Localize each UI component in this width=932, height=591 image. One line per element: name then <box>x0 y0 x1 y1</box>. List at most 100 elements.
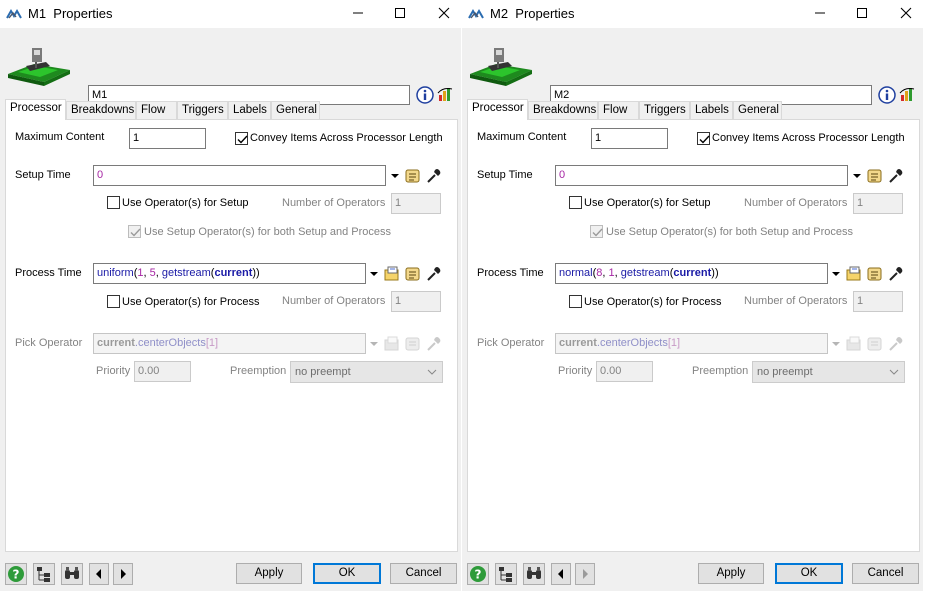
flexsim-logo-icon <box>6 9 22 19</box>
tab-general[interactable]: General <box>271 101 320 119</box>
preemption-value: no preempt <box>295 366 351 378</box>
max-content-field[interactable]: 1 <box>129 128 206 149</box>
object-header <box>0 28 461 105</box>
tab-strip: Processor Breakdowns Flow Triggers Label… <box>467 99 918 120</box>
dialog-footer: ? Apply OK Cancel <box>0 560 461 588</box>
use-operator-setup-checkbox[interactable] <box>107 196 120 209</box>
script-edit-icon[interactable] <box>866 265 884 283</box>
checkmark-icon <box>592 228 603 237</box>
setup-time-value: 0 <box>97 169 104 181</box>
tab-flow[interactable]: Flow <box>598 101 639 119</box>
binoculars-icon <box>65 567 79 579</box>
close-button[interactable] <box>433 3 455 23</box>
tab-breakdowns[interactable]: Breakdowns <box>528 101 598 119</box>
priority-field: 0.00 <box>596 361 653 382</box>
eyedropper-icon[interactable] <box>425 167 443 185</box>
distribution-function: uniform <box>97 267 134 279</box>
pick-operator-prop: .centerObjects <box>596 337 668 349</box>
expr-stream-arg: current <box>214 267 253 279</box>
convey-items-checkbox[interactable] <box>697 132 710 145</box>
help-button[interactable]: ? <box>5 563 27 585</box>
next-arrow-icon <box>121 569 126 579</box>
pick-operator-label: Pick Operator <box>15 337 83 349</box>
process-time-field[interactable]: uniform(1, 5, getstream(current)) <box>93 263 366 284</box>
cancel-button[interactable]: Cancel <box>852 563 919 584</box>
setup-time-label: Setup Time <box>15 169 71 181</box>
previous-button[interactable] <box>551 563 571 585</box>
eyedropper-icon[interactable] <box>887 265 905 283</box>
apply-button[interactable]: Apply <box>236 563 302 584</box>
setup-time-field[interactable]: 0 <box>555 165 848 186</box>
convey-items-label: Convey Items Across Processor Length <box>250 132 443 144</box>
close-button[interactable] <box>895 3 917 23</box>
script-edit-icon[interactable] <box>404 167 422 185</box>
pick-operator-prop: .centerObjects <box>134 337 206 349</box>
use-operator-process-checkbox[interactable] <box>569 295 582 308</box>
maximize-button[interactable] <box>389 3 411 23</box>
next-button[interactable] <box>575 563 595 585</box>
tab-triggers[interactable]: Triggers <box>639 101 690 119</box>
close-icon <box>900 7 912 19</box>
tab-labels[interactable]: Labels <box>690 101 733 119</box>
minimize-button[interactable] <box>809 3 831 23</box>
expr-stream-fn: getstream <box>620 267 670 279</box>
help-button[interactable]: ? <box>467 563 489 585</box>
process-time-field[interactable]: normal(8, 1, getstream(current)) <box>555 263 828 284</box>
cancel-button[interactable]: Cancel <box>390 563 457 584</box>
find-button[interactable] <box>61 563 83 585</box>
dialog-footer: ? Apply OK Cancel <box>462 560 923 588</box>
title-bar[interactable]: M2 Properties <box>462 0 923 28</box>
code-template-icon[interactable] <box>845 265 863 283</box>
preemption-value: no preempt <box>757 366 813 378</box>
script-edit-icon[interactable] <box>404 265 422 283</box>
use-operator-setup-label: Use Operator(s) for Setup <box>584 197 711 209</box>
num-operators-setup-field: 1 <box>853 193 903 214</box>
checkmark-icon <box>130 228 141 237</box>
pick-operator-label: Pick Operator <box>477 337 545 349</box>
help-icon: ? <box>470 566 486 582</box>
pick-operator-obj: current <box>559 337 597 349</box>
script-edit-icon[interactable] <box>866 167 884 185</box>
apply-button[interactable]: Apply <box>698 563 764 584</box>
setup-time-label: Setup Time <box>477 169 533 181</box>
find-button[interactable] <box>523 563 545 585</box>
distribution-function: normal <box>559 267 593 279</box>
tree-view-button[interactable] <box>495 563 517 585</box>
max-content-label: Maximum Content <box>15 131 105 143</box>
tab-flow[interactable]: Flow <box>136 101 177 119</box>
max-content-field[interactable]: 1 <box>591 128 668 149</box>
dropdown-arrow-icon[interactable] <box>852 172 862 180</box>
maximize-button[interactable] <box>851 3 873 23</box>
tree-view-button[interactable] <box>33 563 55 585</box>
use-setup-both-checkbox <box>128 225 141 238</box>
dropdown-arrow-icon[interactable] <box>831 270 841 278</box>
svg-text:?: ? <box>475 568 482 582</box>
code-template-icon[interactable] <box>383 265 401 283</box>
eyedropper-icon[interactable] <box>425 265 443 283</box>
process-time-label: Process Time <box>15 267 82 279</box>
priority-label: Priority <box>96 365 131 377</box>
previous-button[interactable] <box>89 563 109 585</box>
eyedropper-icon[interactable] <box>887 167 905 185</box>
dropdown-arrow-icon[interactable] <box>390 172 400 180</box>
previous-arrow-icon <box>96 569 101 579</box>
minimize-button[interactable] <box>347 3 369 23</box>
setup-time-field[interactable]: 0 <box>93 165 386 186</box>
ok-button[interactable]: OK <box>313 563 381 584</box>
binoculars-icon <box>527 567 541 579</box>
use-operator-process-checkbox[interactable] <box>107 295 120 308</box>
tab-breakdowns[interactable]: Breakdowns <box>66 101 136 119</box>
ok-button[interactable]: OK <box>775 563 843 584</box>
next-button[interactable] <box>113 563 133 585</box>
dropdown-arrow-icon[interactable] <box>369 270 379 278</box>
tab-processor[interactable]: Processor <box>467 99 528 120</box>
tab-triggers[interactable]: Triggers <box>177 101 228 119</box>
tab-processor[interactable]: Processor <box>5 99 66 120</box>
tab-labels[interactable]: Labels <box>228 101 271 119</box>
preemption-label: Preemption <box>230 365 287 377</box>
pick-operator-obj: current <box>97 337 135 349</box>
convey-items-checkbox[interactable] <box>235 132 248 145</box>
tab-general[interactable]: General <box>733 101 782 119</box>
title-bar[interactable]: M1 Properties <box>0 0 461 28</box>
use-operator-setup-checkbox[interactable] <box>569 196 582 209</box>
